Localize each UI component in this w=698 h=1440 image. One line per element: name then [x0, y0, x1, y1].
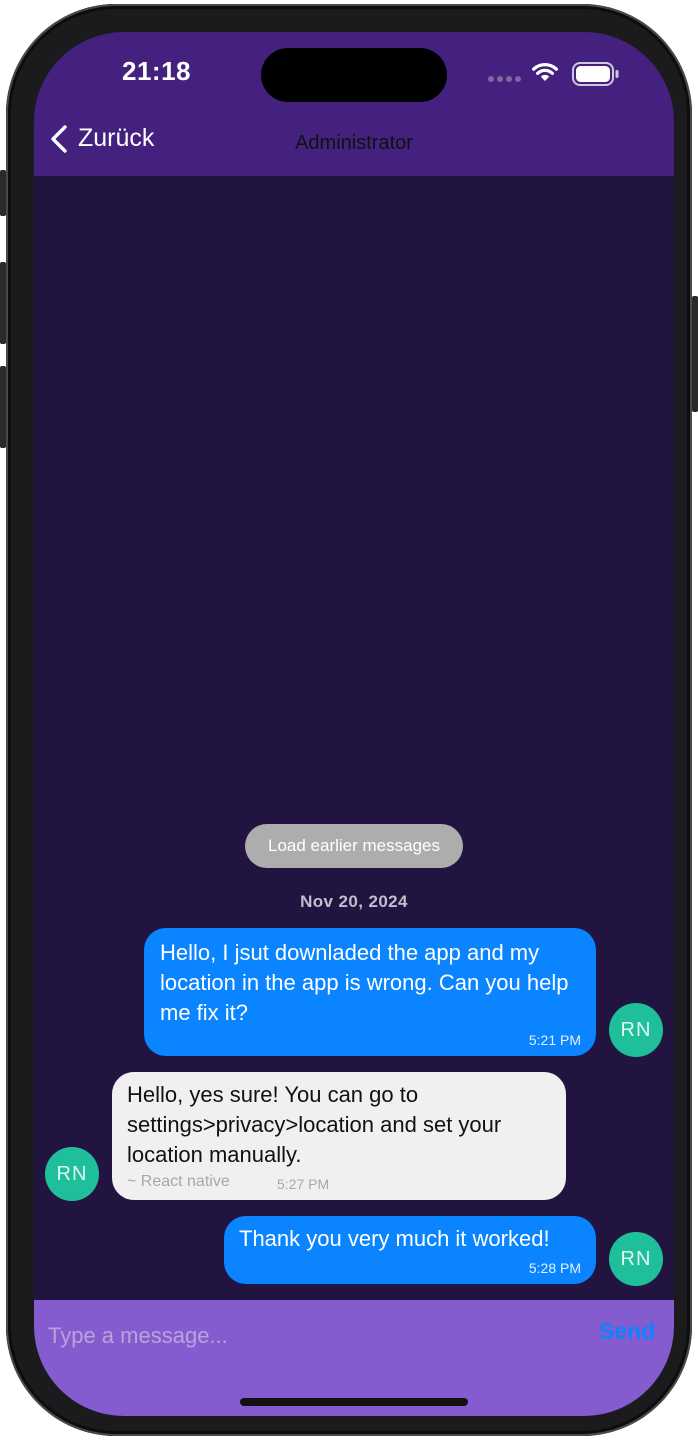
send-button[interactable]: Send: [599, 1318, 655, 1345]
load-earlier-button[interactable]: Load earlier messages: [245, 824, 463, 868]
device-screen: 21:18 Zurück Administrator Load earlier …: [34, 32, 674, 1416]
message-username: ~ React native: [127, 1173, 230, 1190]
wifi-icon: [532, 62, 558, 81]
outgoing-message[interactable]: Hello, I jsut downladed the app and my l…: [144, 928, 596, 1056]
dynamic-island: [261, 48, 447, 102]
page-title: Administrator: [295, 132, 413, 154]
message-time: 5:21 PM: [528, 1032, 581, 1048]
message-time: 5:28 PM: [528, 1260, 581, 1276]
message-input[interactable]: [48, 1316, 568, 1356]
outgoing-message[interactable]: Thank you very much it worked! 5:28 PM: [224, 1216, 596, 1284]
message-text: Hello, yes sure! You can go to settings>…: [127, 1082, 502, 1167]
day-separator: Nov 20, 2024: [300, 892, 408, 911]
status-time: 21:18: [122, 56, 191, 86]
device-frame: 21:18 Zurück Administrator Load earlier …: [6, 4, 692, 1436]
incoming-message[interactable]: Hello, yes sure! You can go to settings>…: [112, 1072, 566, 1200]
message-text: Thank you very much it worked!: [239, 1226, 550, 1251]
avatar[interactable]: RN: [609, 1003, 663, 1057]
avatar[interactable]: RN: [45, 1147, 99, 1201]
message-text: Hello, I jsut downladed the app and my l…: [160, 940, 569, 1025]
message-time: 5:27 PM: [277, 1176, 330, 1192]
avatar[interactable]: RN: [609, 1232, 663, 1286]
cellular-signal-icon: [488, 76, 521, 82]
battery-icon: [572, 62, 619, 86]
power-button: [692, 296, 698, 412]
home-indicator[interactable]: [240, 1398, 468, 1406]
navigation-header: 21:18 Zurück Administrator: [34, 32, 674, 176]
message-composer: Send: [34, 1300, 674, 1416]
